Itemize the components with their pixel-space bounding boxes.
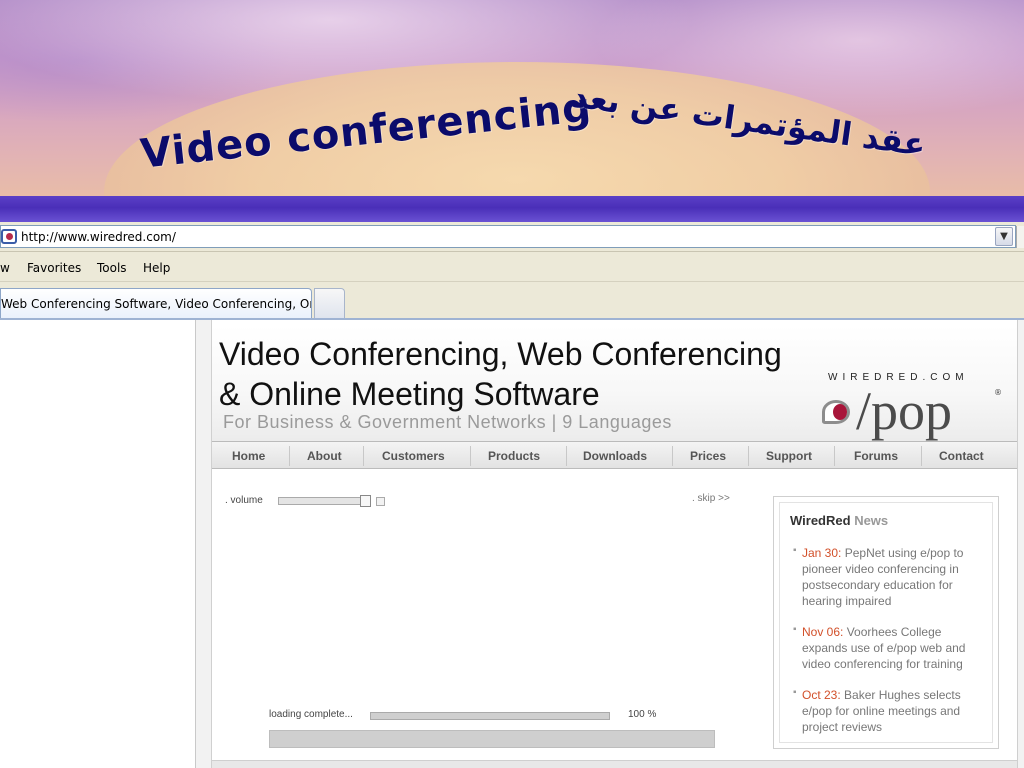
browser-viewport: Video Conferencing, Web Conferencing & O… — [0, 320, 1024, 768]
news-date[interactable]: Nov 06: — [802, 625, 843, 639]
nav-customers[interactable]: Customers — [382, 449, 445, 463]
epop-logo[interactable]: /pop ® — [820, 381, 1002, 441]
slide-title-arabic: عقد المؤتمرات عن بعد — [569, 76, 929, 164]
news-title-word: News — [854, 513, 889, 528]
nav-separator — [834, 446, 835, 466]
nav-separator — [921, 446, 922, 466]
loading-percent: 100 % — [628, 709, 657, 720]
website-page: Video Conferencing, Web Conferencing & O… — [212, 320, 1017, 768]
nav-separator — [289, 446, 290, 466]
nav-separator — [363, 446, 364, 466]
nav-about[interactable]: About — [307, 449, 342, 463]
vertical-scrollbar[interactable] — [1017, 320, 1024, 768]
tab-title: Web Conferencing Software, Video Confere… — [1, 297, 312, 311]
news-date[interactable]: Oct 23: — [802, 688, 841, 702]
nav-contact[interactable]: Contact — [939, 449, 984, 463]
slide-accent-bar — [0, 196, 1024, 222]
menu-tools[interactable]: Tools — [97, 261, 127, 275]
tab-active[interactable]: Web Conferencing Software, Video Confere… — [0, 288, 312, 320]
site-headline-line-1: Video Conferencing, Web Conferencing — [219, 336, 782, 372]
site-nav: Home About Customers Products Downloads … — [212, 441, 1017, 469]
menu-view[interactable]: w — [0, 261, 10, 275]
news-item[interactable]: ▪ Nov 06: Voorhees College expands use o… — [793, 624, 987, 672]
menu-help[interactable]: Help — [143, 261, 170, 275]
go-button[interactable] — [1016, 226, 1024, 248]
nav-separator — [672, 446, 673, 466]
bullet-icon: ▪ — [793, 687, 797, 698]
page-left-rail — [196, 320, 212, 768]
page-icon — [1, 229, 17, 244]
nav-separator — [470, 446, 471, 466]
menu-bar: w Favorites Tools Help — [0, 252, 1024, 282]
e-logo-icon — [822, 400, 850, 424]
video-player: . volume . skip >> loading complete... 1… — [212, 469, 772, 768]
nav-separator — [566, 446, 567, 466]
news-title-brand: WiredRed — [790, 513, 851, 528]
viewport-left-gutter — [0, 320, 196, 768]
loading-progress-bar — [370, 712, 610, 720]
news-panel: WiredRed News ▪ Jan 30: PepNet using e/p… — [773, 496, 999, 749]
tab-strip: Web Conferencing Software, Video Confere… — [0, 282, 1024, 322]
nav-downloads[interactable]: Downloads — [583, 449, 647, 463]
news-item[interactable]: ▪ Oct 23: Baker Hughes selects e/pop for… — [793, 687, 987, 735]
address-bar[interactable]: http://www.wiredred.com/ ▼ — [0, 225, 1016, 248]
skip-link[interactable]: . skip >> — [692, 493, 730, 504]
news-date[interactable]: Jan 30: — [802, 546, 841, 560]
site-header: Video Conferencing, Web Conferencing & O… — [212, 326, 1017, 441]
loading-status: loading complete... — [269, 709, 353, 720]
new-tab-button[interactable] — [314, 288, 345, 318]
nav-prices[interactable]: Prices — [690, 449, 726, 463]
registered-mark: ® — [994, 388, 1002, 397]
slide-banner: Video conferencing عقد المؤتمرات عن بعد — [0, 0, 1024, 196]
site-subheadline: For Business & Government Networks | 9 L… — [223, 412, 672, 432]
nav-separator — [748, 446, 749, 466]
nav-support[interactable]: Support — [766, 449, 812, 463]
logo-text: /pop — [856, 381, 953, 441]
player-control-bar[interactable] — [269, 730, 715, 748]
bullet-icon: ▪ — [793, 624, 797, 635]
volume-slider-handle[interactable] — [360, 495, 371, 507]
volume-label: . volume — [225, 495, 263, 506]
address-bar-row: http://www.wiredred.com/ ▼ — [0, 222, 1024, 252]
site-bottom-edge — [212, 760, 1017, 768]
nav-products[interactable]: Products — [488, 449, 540, 463]
news-item[interactable]: ▪ Jan 30: PepNet using e/pop to pioneer … — [793, 545, 987, 609]
loading-progress-fill — [371, 713, 609, 719]
news-title: WiredRed News — [790, 513, 888, 528]
mute-button[interactable] — [376, 497, 385, 506]
address-dropdown-button[interactable]: ▼ — [995, 227, 1013, 246]
slide-title-english: Video conferencing — [138, 84, 594, 178]
address-url[interactable]: http://www.wiredred.com/ — [21, 230, 176, 244]
menu-favorites[interactable]: Favorites — [27, 261, 81, 275]
nav-forums[interactable]: Forums — [854, 449, 898, 463]
nav-home[interactable]: Home — [232, 449, 265, 463]
news-panel-inner: WiredRed News ▪ Jan 30: PepNet using e/p… — [779, 502, 993, 743]
volume-slider[interactable] — [278, 497, 370, 505]
bullet-icon: ▪ — [793, 545, 797, 556]
